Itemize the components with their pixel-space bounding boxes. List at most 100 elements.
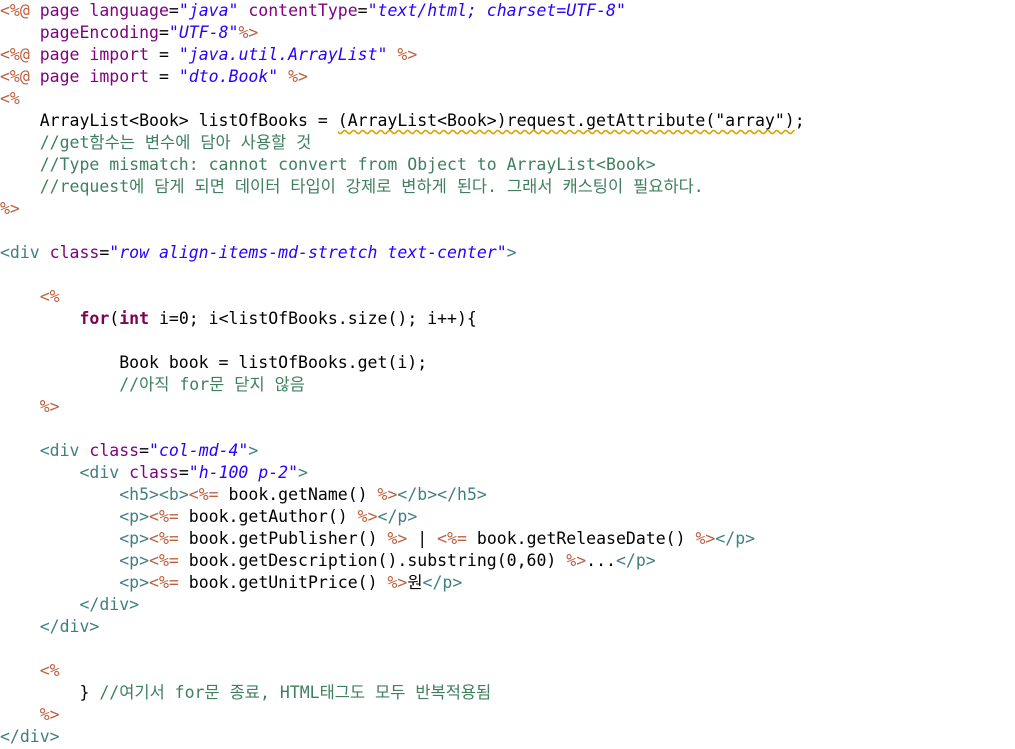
code-token: "dto.Book" <box>178 67 279 86</box>
code-token: int <box>119 309 150 328</box>
code-token: <%@ <box>0 67 40 86</box>
code-token: pageEncoding <box>39 23 159 42</box>
code-token: (ArrayList<Book>)request.getAttribute("a… <box>337 111 795 130</box>
code-token: = <box>139 441 150 460</box>
code-token: > <box>298 463 308 482</box>
code-token: = <box>149 45 179 64</box>
code-token: %> <box>288 67 308 86</box>
code-token: "row align-items-md-stretch text-center" <box>109 243 507 262</box>
code-token: page language <box>39 1 169 20</box>
code-token: %> <box>397 45 418 64</box>
code-token: %> <box>566 551 587 570</box>
code-token: = <box>357 1 368 20</box>
code-token: book.getAuthor() <box>178 507 358 526</box>
code-line: <%@ page import = "java.util.ArrayList" … <box>0 44 417 66</box>
code-token: </div> <box>39 617 100 636</box>
code-line: </div> <box>0 594 139 616</box>
code-token: book.getDescription().substring(0,60) <box>178 551 567 570</box>
code-line: <p><%= book.getDescription().substring(0… <box>0 550 655 572</box>
code-token: = <box>99 243 110 262</box>
code-token: = <box>149 67 179 86</box>
code-line: <%@ page import = "dto.Book" %> <box>0 66 308 88</box>
code-editor[interactable]: <%@ page language="java" contentType="te… <box>0 0 1015 749</box>
code-token: </div> <box>79 595 140 614</box>
code-token: %> <box>695 529 716 548</box>
code-token: <% <box>39 287 60 306</box>
code-token: </p> <box>715 529 756 548</box>
code-line: //request에 담게 되면 데이터 타입이 강제로 변하게 된다. 그래서… <box>0 176 704 198</box>
code-token: = <box>168 1 179 20</box>
code-token: <p> <box>119 529 150 548</box>
code-token: > <box>506 243 517 262</box>
code-line: } //여기서 for문 종료, HTML태그도 모두 반복적용됨 <box>0 682 491 704</box>
code-token: %> <box>387 573 408 592</box>
code-token: ( <box>109 309 120 328</box>
code-token: "col-md-4" <box>149 441 249 460</box>
code-token: for <box>79 309 110 328</box>
code-token: //아직 for문 닫지 않음 <box>0 375 305 394</box>
code-token: %> <box>39 397 60 416</box>
code-line: <div class="h-100 p-2"> <box>0 462 308 484</box>
code-token: page import <box>39 67 150 86</box>
code-token: "text/html; charset=UTF-8" <box>367 1 626 20</box>
code-line: //Type mismatch: cannot convert from Obj… <box>0 154 656 176</box>
code-token: %> <box>357 507 378 526</box>
code-token: Book book = listOfBooks.get(i); <box>0 353 428 372</box>
code-token: <%= <box>149 507 179 526</box>
code-token: <div <box>79 463 130 482</box>
code-token: </div> <box>0 727 60 746</box>
code-token: <%= <box>149 529 179 548</box>
code-token: = <box>158 23 169 42</box>
code-token: | <box>407 529 438 548</box>
code-token: "h-100 p-2" <box>188 463 299 482</box>
code-line: </div> <box>0 616 100 638</box>
code-token: book.getReleaseDate() <box>466 529 696 548</box>
code-token: <p> <box>119 551 150 570</box>
code-token: </p> <box>377 507 418 526</box>
code-line: <% <box>0 286 60 308</box>
code-line: %> <box>0 396 60 418</box>
code-token: <div <box>0 243 50 262</box>
code-line: </div> <box>0 726 60 748</box>
code-token: book.getPublisher() <box>178 529 388 548</box>
code-token: </p> <box>422 573 463 592</box>
code-token: <%@ <box>0 1 40 20</box>
code-token: ArrayList<Book> listOfBooks = <box>0 111 338 130</box>
code-line: <h5><b><%= book.getName() %></b></h5> <box>0 484 487 506</box>
code-token: class <box>49 243 100 262</box>
code-token: book.getUnitPrice() <box>178 573 388 592</box>
code-token: %> <box>238 23 259 42</box>
code-token: } <box>0 683 100 702</box>
code-token: <%= <box>437 529 467 548</box>
code-token: <%= <box>188 485 219 504</box>
code-token: %> <box>39 705 60 724</box>
code-token: i=0; i<listOfBooks.size(); i++){ <box>149 309 477 328</box>
code-token: <p> <box>119 507 150 526</box>
code-line: for(int i=0; i<listOfBooks.size(); i++){ <box>0 308 477 330</box>
code-token: <%@ <box>0 45 40 64</box>
code-token: //get함수는 변수에 담아 사용할 것 <box>0 133 312 152</box>
code-line: <%@ page language="java" contentType="te… <box>0 0 626 22</box>
code-token: > <box>248 441 259 460</box>
code-token: <% <box>0 89 20 108</box>
code-token: book.getName() <box>218 485 378 504</box>
code-token: //Type mismatch: cannot convert from Obj… <box>0 155 656 174</box>
code-line: <p><%= book.getPublisher() %> | <%= book… <box>0 528 755 550</box>
code-token: ; <box>794 111 805 130</box>
code-line: <div class="col-md-4"> <box>0 440 259 462</box>
